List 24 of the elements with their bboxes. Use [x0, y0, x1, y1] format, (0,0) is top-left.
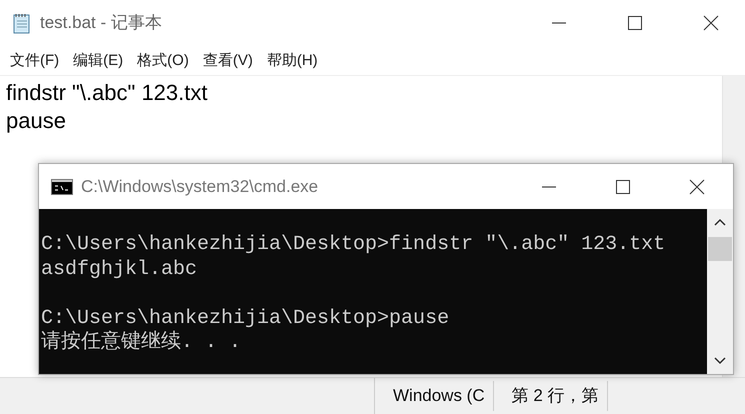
- window-title: test.bat - 记事本: [40, 12, 162, 34]
- menu-item[interactable]: 帮助(H): [266, 50, 318, 70]
- console-line: asdfghjkl.abc: [41, 258, 198, 282]
- scroll-down-icon[interactable]: [713, 356, 727, 366]
- console-icon: [51, 178, 73, 194]
- window-title: C:\Windows\system32\cmd.exe: [81, 176, 318, 196]
- console-line: C:\Users\hankezhijia\Desktop>pause: [41, 306, 450, 330]
- maximize-icon[interactable]: [627, 14, 643, 30]
- close-icon[interactable]: [703, 14, 719, 30]
- console-line: 请按任意键继续. . .: [41, 331, 242, 356]
- status-text: Windows (C: [375, 381, 494, 411]
- notepad-icon: [12, 12, 32, 34]
- menu-item[interactable]: 编辑(E): [73, 50, 124, 70]
- maximize-icon[interactable]: [615, 178, 631, 194]
- editor-line: pause: [6, 107, 66, 135]
- editor-line: findstr "\.abc" 123.txt: [6, 79, 208, 107]
- status-text: 第 2 行，第: [494, 381, 608, 411]
- console-line: C:\Users\hankezhijia\Desktop>findstr "\.abc" 123.txt: [41, 233, 666, 258]
- menu-item[interactable]: 查看(V): [202, 50, 253, 70]
- scrollbar-thumb[interactable]: [708, 237, 732, 261]
- menu-item[interactable]: 文件(F): [10, 50, 60, 70]
- menu-item[interactable]: 格式(O): [137, 50, 189, 70]
- scroll-up-icon[interactable]: [713, 217, 727, 227]
- close-icon[interactable]: [689, 178, 705, 194]
